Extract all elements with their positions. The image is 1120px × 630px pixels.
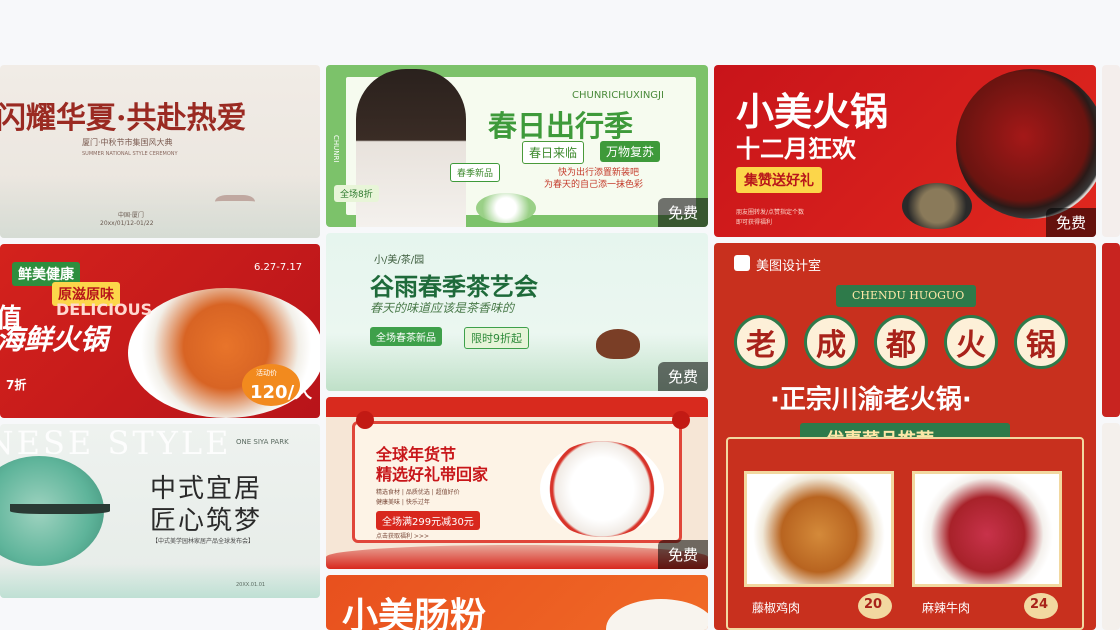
template-card-spring-travel[interactable]: CHUNRI CHUNRICHUXINGJI 春日出行季 春日来临 万物复苏 春… [326,65,708,227]
template-card-chinese-style-residence[interactable]: INESE STYLE ONE SIYA PARK 中式宜居 匠心筑梦 【中式美… [0,424,320,598]
rice-roll-photo [606,599,708,630]
template-grid: 闪耀华夏·共赴热爱 厦门·中秋节市集国风大典 SUMMER NATIONAL S… [0,0,1120,630]
dish-photo-beef [912,471,1062,587]
card-date: 20xx/01/12-01/22 [100,220,154,227]
title-char-circle: 锅 [1014,315,1068,369]
dish-name-beef: 麻辣牛肉 [922,601,971,615]
template-card-new-year-goods[interactable]: 全球年货节 精选好礼带回家 精选食材 | 品质优选 | 超值好价 健康美味 | … [326,397,708,569]
tag-spring-new: 春季新品 [450,163,501,182]
tag-like-gift: 集赞送好礼 [736,167,822,193]
ribbon-text: CHENDU HUOGUO [852,289,965,302]
price-label: 活动价 [256,369,277,377]
free-badge: 免费 [657,540,708,569]
teapot-illustration [596,329,640,359]
dish-price-chicken: 20 [864,597,883,612]
card-note: 点击获取福利 >>> [376,533,429,540]
template-card-hotpot-december[interactable]: 小美火锅 十二月狂欢 集赞送好礼 朋友圈转发/点赞指定个数 即可获得福利 免费 [714,65,1096,237]
title-char-circle: 老 [734,315,788,369]
card-title-line2: 精选好礼带回家 [376,465,489,484]
roof-illustration [10,504,110,514]
card-title: 春日出行季 [488,109,634,143]
tag-discount: 全场满299元减30元 [376,511,480,530]
dish-price-beef: 24 [1030,597,1049,612]
card-title: 小美火锅 [736,90,889,134]
template-card-rice-roll[interactable]: 小美肠粉 [326,575,708,630]
tag-revival: 万物复苏 [600,141,661,162]
card-desc-line2: 即可获得福利 [736,219,773,226]
card-desc-line2: 为春天的自己添一抹色彩 [544,180,644,190]
card-subtitle: 春天的味道应该是茶香味的 [370,301,515,315]
title-char-circle: 都 [874,315,928,369]
template-card-new-year-national-style[interactable]: 闪耀华夏·共赴热爱 厦门·中秋节市集国风大典 SUMMER NATIONAL S… [0,65,320,238]
template-card-partial-right-bottom[interactable] [1102,423,1120,630]
side-dish-photo [902,183,972,229]
tag-spring-arrival: 春日来临 [522,141,585,164]
template-card-seafood-hotpot[interactable]: 鲜美健康 原滋原味 6.27-7.17 值 DELICIOUS 海鲜火锅 7折 … [0,244,320,418]
card-desc-line1: 朋友圈转发/点赞指定个数 [736,209,805,216]
card-title: 海鲜火锅 [0,323,109,356]
card-date-range: 6.27-7.17 [254,262,303,273]
card-location: 中国·厦门 [118,212,144,219]
card-subtitle: 厦门·中秋节市集国风大典 [82,138,173,147]
product-photo-circle [540,441,664,537]
card-footer: 20XX.01.01 [236,582,266,588]
lantern-right [672,411,690,429]
tag-limited-discount: 限时9折起 [464,327,529,349]
red-curtain-bottom [326,545,708,569]
hotpot-photo [956,69,1096,219]
card-delicious: DELICIOUS [56,300,153,319]
pavilion-illustration [215,195,255,217]
model-photo [356,69,466,227]
dish-photo-chicken [744,471,894,587]
card-desc-line2: 健康美味 | 快乐过年 [376,499,430,506]
price-value: 120/人 [250,382,313,403]
card-title: 小美肠粉 [342,596,487,630]
card-title-line2: 匠心筑梦 [150,506,263,536]
card-brand: 小/美/茶/园 [374,255,425,266]
template-card-old-chengdu-hotpot[interactable]: 美图设计室 CHENDU HUOGUO ·正宗川渝老火锅· 优惠菜品推荐 藤椒鸡… [714,243,1096,630]
logo-square [734,255,750,271]
lantern-left [356,411,374,429]
card-desc: 【中式美学园林家居产品全球发布会】 [152,538,255,545]
template-card-partial-right-mid[interactable] [1102,243,1120,417]
title-char-circle: 成 [804,315,858,369]
tag-new-tea: 全场春茶新品 [370,327,442,346]
card-desc-line1: 精选食材 | 品质优选 | 超值好价 [376,489,460,496]
tag-discount: 全场8折 [334,185,379,202]
flower-decoration [476,193,536,223]
red-curtain-top [326,397,708,417]
card-brand: ONE SIYA PARK [236,438,289,446]
card-side-text: CHUNRI [332,135,340,163]
card-title: 谷雨春季茶艺会 [370,272,538,301]
card-subtitle: 十二月狂欢 [736,135,856,163]
hills-illustration [0,564,320,598]
template-card-partial-right-top[interactable] [1102,65,1120,237]
template-card-tea-festival[interactable]: 小/美/茶/园 谷雨春季茶艺会 春天的味道应该是茶香味的 全场春茶新品 限时9折… [326,233,708,391]
card-title: 闪耀华夏·共赴热爱 [0,101,247,136]
card-discount: 7折 [6,378,27,392]
brand-name: 美图设计室 [756,259,822,274]
free-badge: 免费 [657,198,708,227]
free-badge: 免费 [657,362,708,391]
title-char-circle: 火 [944,315,998,369]
dish-name-chicken: 藤椒鸡肉 [752,601,801,615]
card-subtitle: ·正宗川渝老火锅· [770,385,972,415]
free-badge: 免费 [1045,208,1096,237]
card-english: CHUNRICHUXINGJI [572,90,664,101]
mountain-illustration [0,175,320,238]
card-english: SUMMER NATIONAL STYLE CEREMONY [82,151,178,157]
